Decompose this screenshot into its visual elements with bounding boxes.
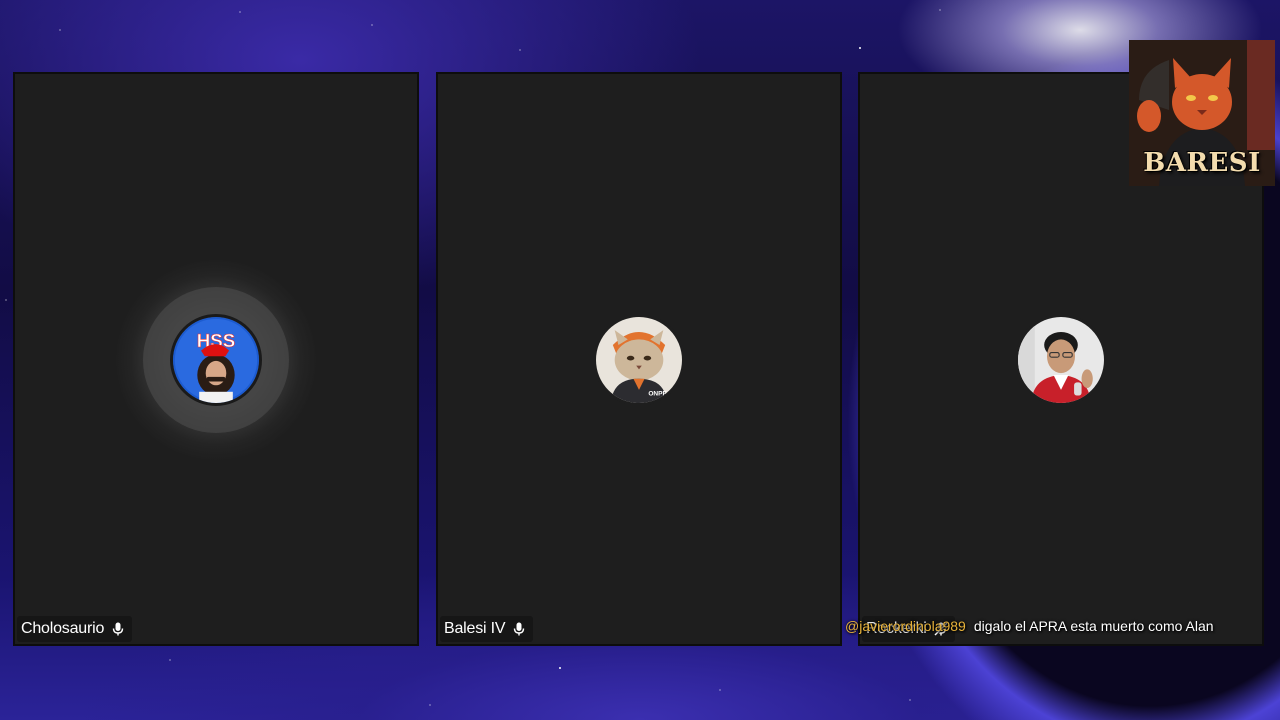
avatar-badge-text: ONPE xyxy=(648,391,667,398)
avatar-balesi[interactable]: ONPE xyxy=(593,314,685,406)
microphone-icon xyxy=(514,622,525,636)
participant-name: Balesi IV xyxy=(444,620,506,637)
logo-text: BARESI xyxy=(1143,148,1261,178)
participant-name: Cholosaurio xyxy=(21,620,105,637)
avatar-container: ONPE xyxy=(593,314,685,406)
participant-tile-cholosaurio[interactable]: HSS Cholosaurio xyxy=(13,72,419,646)
chat-username: @javierordinola989 xyxy=(845,618,966,634)
nameplate: Cholosaurio xyxy=(17,616,133,642)
channel-logo-overlay: BARESI xyxy=(1129,40,1275,186)
stream-canvas: HSS Cholosaurio ONPE Balesi IV Rockerki … xyxy=(0,0,1280,720)
avatar-cholosaurio[interactable]: HSS xyxy=(170,314,262,406)
chat-message: @javierordinola989 digalo el APRA esta m… xyxy=(845,617,1214,635)
avatar-container: HSS xyxy=(116,260,316,460)
avatar-container xyxy=(1015,314,1107,406)
nameplate: Balesi IV xyxy=(440,616,534,642)
participant-tile-balesi[interactable]: ONPE Balesi IV xyxy=(436,72,842,646)
chat-text: digalo el APRA esta muerto como Alan xyxy=(973,618,1214,634)
microphone-icon xyxy=(112,622,124,636)
avatar-rockerki[interactable] xyxy=(1015,314,1107,406)
